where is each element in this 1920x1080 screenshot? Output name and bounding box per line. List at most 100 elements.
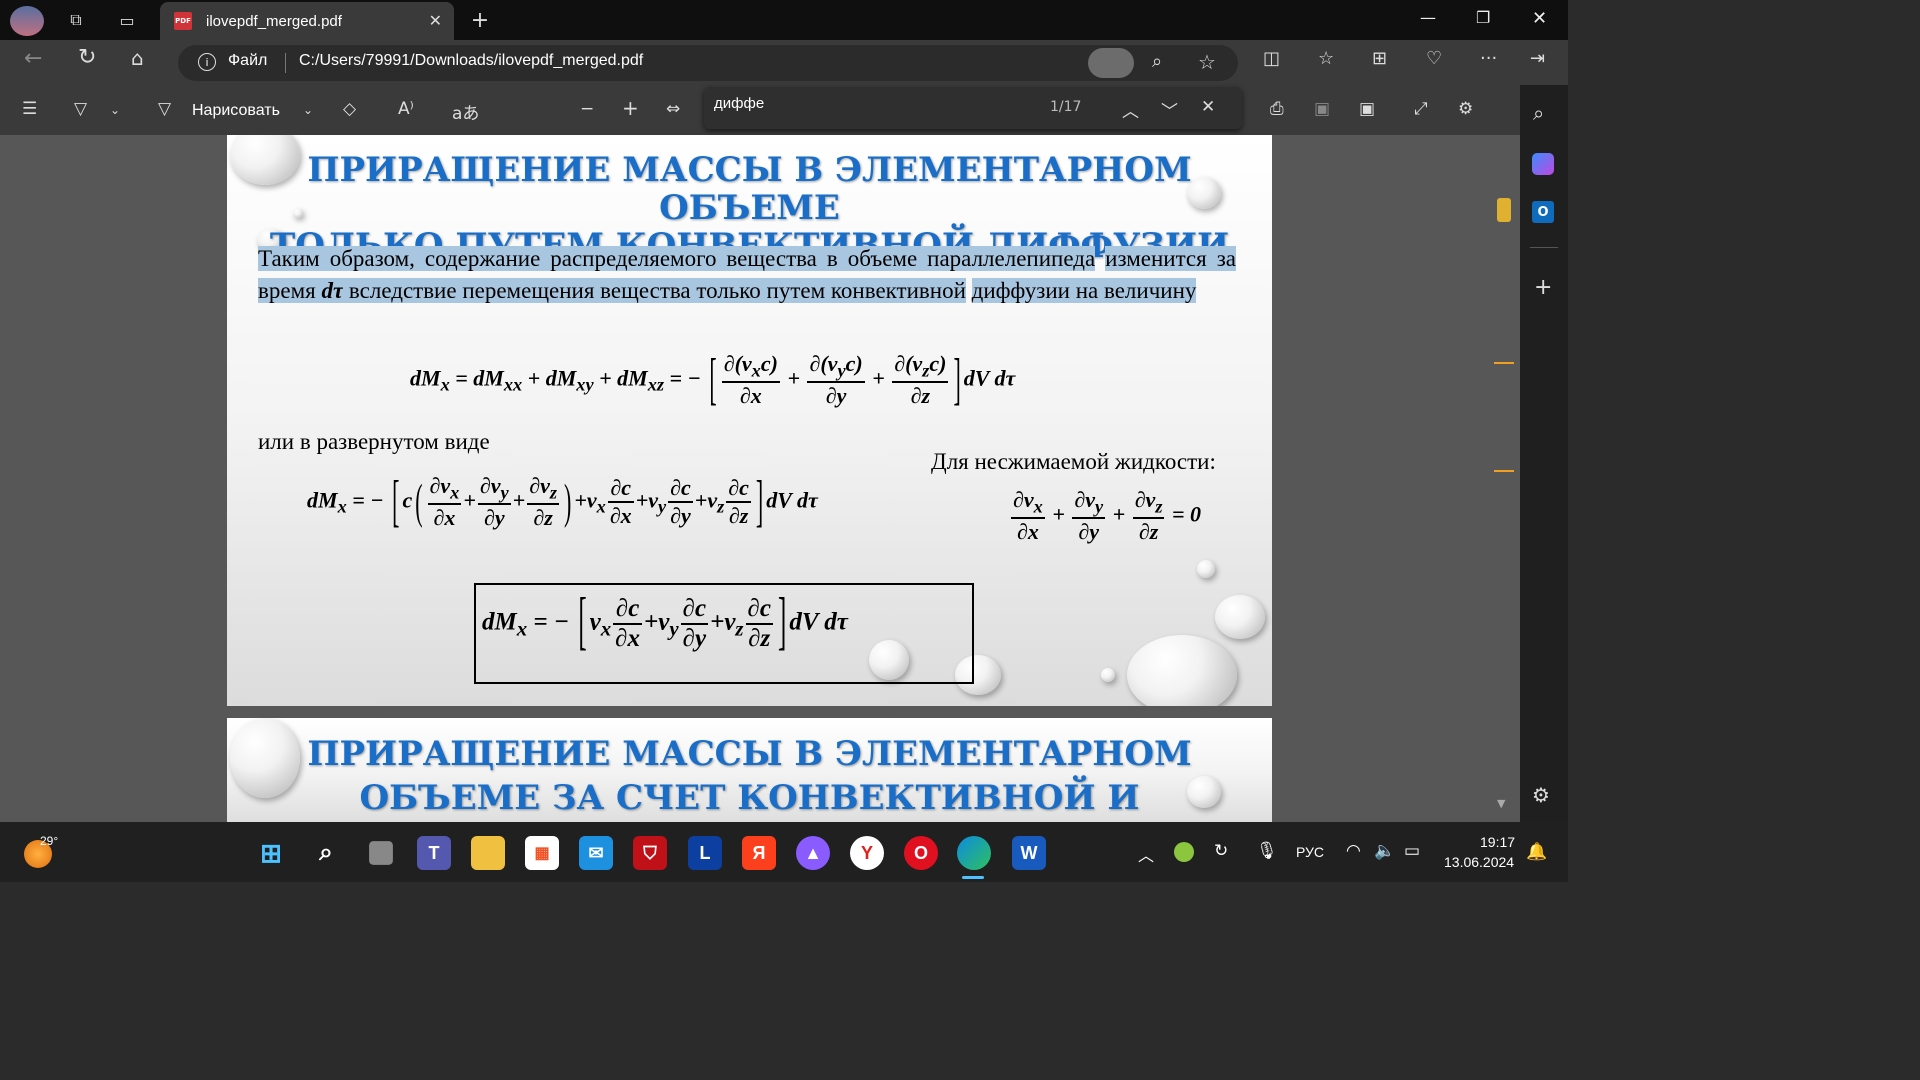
table-of-contents-icon[interactable]: ☰ <box>22 99 37 119</box>
refresh-icon[interactable]: ↻ <box>78 45 96 70</box>
address-bar[interactable]: i Файл C:/Users/79991/Downloads/ilovepdf… <box>178 45 1238 81</box>
mail-icon[interactable]: ✉ <box>579 836 613 870</box>
notification-icon[interactable]: 🔔 <box>1526 842 1547 862</box>
pdf-viewer[interactable]: ПРИРАЩЕНИЕ МАССЫ В ЭЛЕМЕНТАРНОМ ОБЪЕМЕ Т… <box>0 135 1520 822</box>
find-input[interactable] <box>714 95 1094 112</box>
opera-icon[interactable]: O <box>904 836 938 870</box>
tray-overflow-icon[interactable]: ︿ <box>1138 842 1154 866</box>
active-app-indicator <box>962 876 984 879</box>
collections-icon[interactable]: ⊞ <box>1372 48 1387 69</box>
draw-icon[interactable]: ▽ <box>158 99 171 119</box>
fullscreen-icon[interactable]: ⤢ <box>1414 99 1428 119</box>
microphone-icon[interactable]: 🎙 <box>1256 841 1278 861</box>
highlight-icon[interactable]: ▽ <box>74 99 87 119</box>
read-aloud-icon[interactable]: A⁾ <box>398 99 414 119</box>
slide-paragraph: Таким образом, содержание распределяемог… <box>258 243 1236 307</box>
antivirus-icon[interactable]: ⛉ <box>633 836 667 870</box>
yandex-browser-icon[interactable]: Я <box>742 836 776 870</box>
save-as-icon[interactable]: ▣ <box>1359 99 1375 119</box>
save-icon[interactable]: ▣ <box>1314 99 1330 119</box>
language-indicator[interactable]: РУС <box>1296 844 1324 860</box>
weather-temp: 29° <box>40 834 59 848</box>
sync-icon[interactable]: ↻ <box>1214 841 1228 861</box>
find-next-icon[interactable]: ﹀ <box>1161 97 1178 122</box>
new-tab-icon[interactable]: + <box>466 6 494 34</box>
find-close-icon[interactable]: ✕ <box>1201 97 1215 117</box>
task-view-icon[interactable] <box>369 841 393 865</box>
info-icon[interactable]: i <box>198 53 216 71</box>
yandex-icon[interactable]: Y <box>850 836 884 870</box>
favorite-star-icon[interactable]: ☆ <box>1198 50 1216 74</box>
tab-strip: ⧉ ▭ PDF ilovepdf_merged.pdf ✕ + — ❐ ✕ <box>0 0 1568 40</box>
highlighted-text: dτ <box>321 278 344 303</box>
pdf-icon: PDF <box>174 12 192 30</box>
highlighted-text: вследствие перемещения вещества только п… <box>343 278 966 303</box>
home-icon[interactable]: ⌂ <box>131 46 144 70</box>
scrollbar-thumb[interactable] <box>1497 198 1511 222</box>
teams-icon[interactable]: T <box>417 836 451 870</box>
water-drop <box>1215 595 1265 639</box>
pdf-page: ПРИРАЩЕНИЕ МАССЫ В ЭЛЕМЕНТАРНОМ ОБЪЕМЕ Т… <box>227 135 1272 706</box>
workspaces-icon[interactable]: ⧉ <box>62 6 90 34</box>
fit-page-icon[interactable]: ⇔ <box>666 99 680 119</box>
search-icon[interactable]: ⌕ <box>1533 101 1544 125</box>
close-window-icon[interactable]: ✕ <box>1532 8 1547 29</box>
close-icon[interactable]: ✕ <box>429 11 442 30</box>
scroll-down-icon[interactable]: ▼ <box>1497 797 1505 810</box>
zoom-in-icon[interactable]: + <box>622 96 639 120</box>
restore-icon[interactable]: ❐ <box>1476 8 1490 27</box>
settings-icon[interactable]: ⚙ <box>1532 783 1550 807</box>
eraser-icon[interactable]: ◇ <box>343 99 356 119</box>
tab-active[interactable]: PDF ilovepdf_merged.pdf ✕ <box>160 2 454 40</box>
tab-actions-icon[interactable]: ▭ <box>113 6 141 34</box>
copilot-icon[interactable] <box>1532 153 1554 175</box>
clock-time[interactable]: 19:17 <box>1480 834 1515 850</box>
health-icon[interactable]: ♡ <box>1426 48 1442 69</box>
print-icon[interactable]: ⎙ <box>1270 99 1284 119</box>
search-result-marker <box>1494 362 1514 364</box>
volume-icon[interactable]: 🔈 <box>1374 841 1395 861</box>
favorites-icon[interactable]: ☆ <box>1318 48 1334 69</box>
split-screen-icon[interactable]: ◫ <box>1263 48 1280 69</box>
edge-icon[interactable] <box>957 836 991 870</box>
draw-button[interactable]: Нарисовать <box>192 102 280 120</box>
more-icon[interactable]: ··· <box>1480 48 1497 69</box>
outlook-icon[interactable]: O <box>1532 201 1554 223</box>
expanded-form-label: или в развернутом виде <box>258 429 490 454</box>
zoom-out-icon[interactable]: − <box>580 99 594 119</box>
alice-icon[interactable]: ▲ <box>796 836 830 870</box>
incompressible-label: Для несжимаемой жидкости: <box>931 449 1216 474</box>
url-text[interactable]: C:/Users/79991/Downloads/ilovepdf_merged… <box>299 52 643 70</box>
sidebar-toggle-icon[interactable]: ⇥ <box>1530 48 1545 69</box>
clock-date[interactable]: 13.06.2024 <box>1444 854 1514 870</box>
back-icon[interactable]: ← <box>24 46 42 71</box>
chevron-down-icon[interactable]: ⌄ <box>110 103 120 117</box>
divider <box>1530 247 1558 248</box>
translate-icon[interactable]: aあ <box>452 99 479 124</box>
immersive-reader-icon[interactable] <box>1088 48 1134 78</box>
word-icon[interactable]: W <box>1012 836 1046 870</box>
formula-incompressible: ∂vx ∂x + ∂vy ∂y + ∂vz ∂z = 0 <box>1011 487 1202 545</box>
wifi-icon[interactable]: ◠ <box>1346 841 1361 861</box>
search-icon[interactable]: ⌕ <box>309 836 343 870</box>
explorer-icon[interactable] <box>471 836 505 870</box>
battery-icon[interactable]: ▭ <box>1404 841 1420 861</box>
store-icon[interactable]: ▦ <box>525 836 559 870</box>
formula-mass-change: dMx = dMxx + dMxy + dMxz = − [∂(vxc) ∂x +… <box>410 346 1016 412</box>
settings-icon[interactable]: ⚙ <box>1458 99 1473 119</box>
tray-app-icon[interactable] <box>1174 842 1194 862</box>
windows-icon[interactable]: ⊞ <box>254 836 288 870</box>
chevron-down-icon[interactable]: ⌄ <box>303 103 313 117</box>
edge-sidebar: ⌕ O + ⚙ <box>1520 85 1568 822</box>
pdf-page: ПРИРАЩЕНИЕ МАССЫ В ЭЛЕМЕНТАРНОМ ОБЪЕМЕ З… <box>227 718 1272 822</box>
lingvo-icon[interactable]: L <box>688 836 722 870</box>
minimize-icon[interactable]: — <box>1420 8 1436 27</box>
zoom-icon[interactable]: ⌕ <box>1152 51 1162 72</box>
profile-icon[interactable] <box>10 6 44 36</box>
file-label: Файл <box>228 52 268 69</box>
pdf-toolbar: ☰ ▽ ⌄ ▽ Нарисовать ⌄ ◇ A⁾ aあ − + ⇔ 1/17 … <box>0 85 1520 135</box>
add-icon[interactable]: + <box>1534 275 1552 300</box>
divider <box>285 53 286 73</box>
find-previous-icon[interactable]: ︿ <box>1122 97 1139 122</box>
find-bar: 1/17 ︿ ﹀ ✕ <box>704 87 1242 129</box>
